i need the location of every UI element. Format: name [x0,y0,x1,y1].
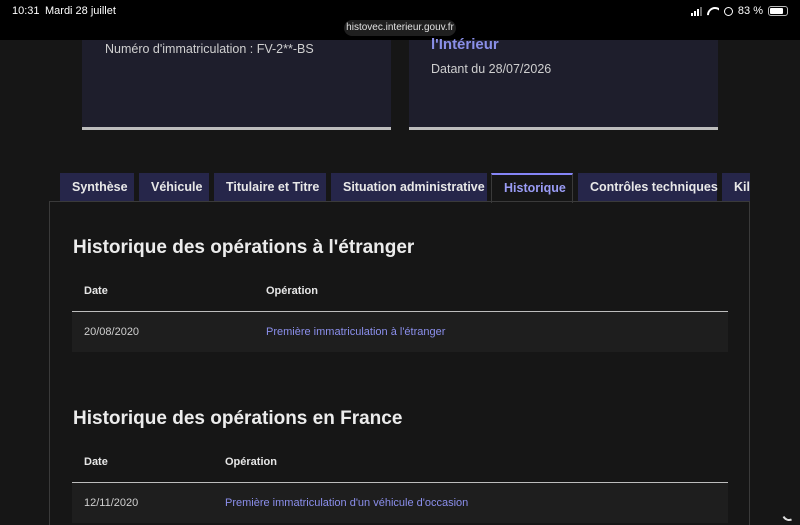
row-operation-link[interactable]: Première immatriculation d'un véhicule d… [225,497,468,509]
report-date: Datant du 28/07/2026 [431,62,552,76]
row-date: 20/08/2020 [84,326,140,338]
registration-number: Numéro d'immatriculation : FV-2**-BS [105,42,314,56]
registration-card: Numéro d'immatriculation : FV-2**-BS [82,40,391,130]
row-date: 12/11/2020 [84,497,139,509]
col-operation: Opération [266,285,318,297]
france-table-header: Date Opération [72,442,728,483]
signal-icon [690,6,702,16]
tab-bar: Synthèse Véhicule Titulaire et Titre Sit… [60,173,750,203]
tab-controles[interactable]: Contrôles techniques [578,173,718,201]
col-operation: Opération [225,456,277,468]
tab-kilometrage[interactable]: Kil [722,173,750,201]
source-card: l'Intérieur Datant du 28/07/2026 [409,36,718,130]
col-date: Date [84,285,108,297]
address-bar[interactable]: histovec.interieur.gouv.fr [344,20,456,36]
foreign-table-header: Date Opération [72,271,728,312]
table-row: 20/08/2020 Première immatriculation à l'… [72,312,728,352]
france-history-title: Historique des opérations en France [73,408,403,429]
col-date: Date [84,456,108,468]
tab-historique[interactable]: Historique [491,173,573,203]
tab-synthese[interactable]: Synthèse [60,173,134,201]
orientation-lock-icon [723,6,733,16]
status-icons: 83 % [690,5,788,17]
loading-spinner-icon [780,505,798,523]
status-time: 10:31 [12,5,40,17]
tab-situation[interactable]: Situation administrative [331,173,487,201]
status-date: Mardi 28 juillet [45,5,116,17]
battery-percent: 83 % [737,5,763,17]
foreign-history-title: Historique des opérations à l'étranger [73,237,415,258]
row-operation-link[interactable]: Première immatriculation à l'étranger [266,326,445,338]
battery-icon [768,6,788,16]
tab-vehicule[interactable]: Véhicule [139,173,209,201]
status-bar: 10:31 Mardi 28 juillet histovec.interieu… [0,0,800,40]
history-panel: Historique des opérations à l'étranger D… [49,201,750,525]
tab-titulaire[interactable]: Titulaire et Titre [214,173,326,201]
wifi-icon [707,7,719,16]
table-row: 12/11/2020 Première immatriculation d'un… [72,483,728,523]
source-link[interactable]: l'Intérieur [431,36,499,53]
